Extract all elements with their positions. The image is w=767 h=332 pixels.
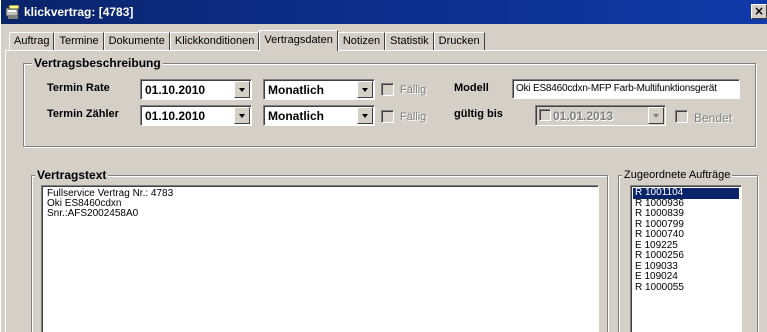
termin-zaehler-date-combo[interactable]: 01.10.2010 [140, 105, 252, 126]
termin-rate-date-combo[interactable]: 01.10.2010 [140, 79, 252, 100]
gueltig-bis-date-value: 01.01.2013 [553, 109, 614, 123]
termin-zaehler-date-dropdown-button[interactable] [234, 107, 250, 124]
termin-rate-interval-dropdown-button[interactable] [357, 81, 373, 98]
termin-rate-date-dropdown-button[interactable] [234, 81, 250, 98]
termin-zaehler-interval-value: Monatlich [268, 109, 324, 123]
termin-zaehler-interval-dropdown-button[interactable] [357, 107, 373, 124]
beendet-label: Bendet [694, 111, 733, 125]
chevron-down-icon [653, 114, 659, 118]
auftrag-list-item[interactable]: R 1000256 [633, 250, 739, 262]
tab-notizen[interactable]: Notizen [337, 32, 386, 50]
close-icon: × [753, 4, 765, 18]
termin-zaehler-label: Termin Zähler [47, 108, 119, 120]
termin-zaehler-faellig-checkbox[interactable] [381, 110, 394, 123]
auftrag-list-item[interactable]: R 1000055 [633, 282, 739, 294]
chevron-down-icon [239, 88, 245, 92]
auftraege-title: Zugeordnete Aufträge [622, 169, 733, 181]
auftrag-list-item[interactable]: E 109024 [633, 271, 739, 283]
tab-panel-vertragsdaten: Vertragsbeschreibung Termin Rate 01.10.2… [5, 50, 767, 332]
close-button[interactable]: × [751, 4, 767, 19]
tab-termine[interactable]: Termine [54, 32, 104, 50]
auftrag-list-item[interactable]: R 1000740 [633, 229, 739, 241]
tab-klickkonditionen[interactable]: Klickkonditionen [169, 32, 260, 50]
tab-strip: Auftrag Termine Dokumente Klickkondition… [9, 30, 485, 51]
title-bar[interactable]: klickvertrag: [4783] × [1, 0, 767, 24]
vertragstext-line: Snr.:AFS2002458A0 [47, 208, 139, 219]
termin-rate-interval-combo[interactable]: Monatlich [263, 79, 375, 100]
vertragsbeschreibung-title: Vertragsbeschreibung [32, 56, 163, 70]
termin-zaehler-interval-combo[interactable]: Monatlich [263, 105, 375, 126]
auftraege-listbox[interactable]: R 1001104 R 1000936 R 1000839 R 1000799 … [630, 185, 742, 332]
tab-drucken[interactable]: Drucken [433, 32, 485, 50]
app-icon [6, 5, 20, 19]
termin-rate-date-value: 01.10.2010 [145, 83, 206, 97]
tab-vertragsdaten[interactable]: Vertragsdaten [259, 30, 338, 51]
beendet-checkbox[interactable] [675, 110, 688, 123]
tab-statistik[interactable]: Statistik [385, 32, 434, 50]
vertragstext-title: Vertragstext [35, 168, 109, 182]
termin-rate-faellig-label: Fällig [400, 84, 427, 96]
termin-zaehler-date-value: 01.10.2010 [145, 109, 206, 123]
termin-zaehler-faellig-label: Fällig [400, 111, 427, 123]
main-window: klickvertrag: [4783] × Auftrag Termine D… [0, 0, 767, 332]
auftrag-list-item[interactable]: R 1000839 [633, 208, 739, 220]
tab-dokumente[interactable]: Dokumente [103, 32, 170, 50]
termin-rate-faellig-checkbox[interactable] [381, 83, 394, 96]
termin-rate-label: Termin Rate [47, 82, 110, 94]
gueltig-bis-enable-checkbox[interactable] [539, 109, 551, 121]
chevron-down-icon [362, 88, 368, 92]
modell-label: Modell [454, 82, 489, 94]
window-title: klickvertrag: [4783] [24, 5, 134, 19]
modell-input[interactable]: Oki ES8460cdxn-MFP Farb-Multifunktionsge… [512, 79, 740, 99]
gueltig-bis-dropdown-button[interactable] [648, 107, 664, 124]
gueltig-bis-date-combo[interactable]: 01.01.2013 [535, 105, 666, 126]
termin-rate-interval-value: Monatlich [268, 83, 324, 97]
tab-auftrag[interactable]: Auftrag [9, 32, 55, 50]
vertragstext-memo[interactable]: Fullservice Vertrag Nr.: 4783 Oki ES8460… [41, 185, 599, 332]
auftrag-list-item[interactable]: R 1001104 [633, 187, 739, 199]
gueltig-bis-label: gültig bis [454, 108, 503, 120]
modell-value: Oki ES8460cdxn-MFP Farb-Multifunktionsge… [516, 83, 717, 94]
chevron-down-icon [362, 114, 368, 118]
chevron-down-icon [239, 114, 245, 118]
